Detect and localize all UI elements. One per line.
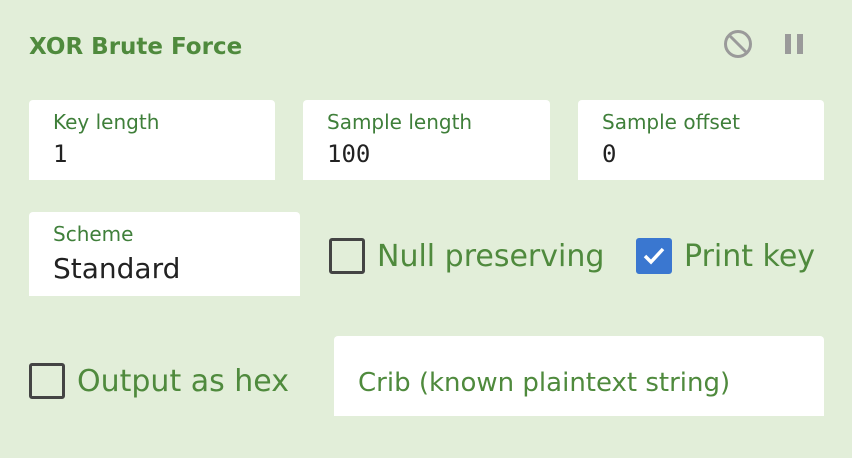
output-as-hex-checkbox[interactable]: Output as hex bbox=[29, 363, 289, 399]
crib-field[interactable] bbox=[334, 336, 824, 416]
sample-length-label: Sample length bbox=[327, 110, 473, 134]
null-preserving-box[interactable] bbox=[329, 238, 365, 274]
key-length-label: Key length bbox=[53, 110, 160, 134]
output-as-hex-label: Output as hex bbox=[77, 363, 289, 399]
crib-input[interactable] bbox=[334, 336, 824, 416]
print-key-checkbox[interactable]: Print key bbox=[636, 238, 815, 274]
print-key-label: Print key bbox=[684, 238, 816, 274]
print-key-box[interactable] bbox=[636, 238, 672, 274]
null-preserving-label: Null preserving bbox=[377, 238, 605, 274]
key-length-value[interactable]: 1 bbox=[53, 140, 67, 168]
scheme-select[interactable]: Scheme Standard bbox=[29, 212, 300, 296]
scheme-selected-value[interactable]: Standard bbox=[53, 252, 180, 285]
checkmark-icon bbox=[643, 247, 665, 265]
scheme-label: Scheme bbox=[53, 222, 134, 246]
sample-length-value[interactable]: 100 bbox=[327, 140, 370, 168]
output-as-hex-box[interactable] bbox=[29, 363, 65, 399]
sample-offset-value[interactable]: 0 bbox=[602, 140, 616, 168]
null-preserving-checkbox[interactable]: Null preserving bbox=[329, 238, 604, 274]
pause-icon[interactable] bbox=[780, 29, 810, 59]
key-length-field[interactable]: Key length 1 bbox=[29, 100, 275, 180]
sample-offset-label: Sample offset bbox=[602, 110, 740, 134]
sample-length-field[interactable]: Sample length 100 bbox=[303, 100, 550, 180]
disable-icon[interactable] bbox=[722, 28, 754, 60]
operation-title: XOR Brute Force bbox=[29, 34, 243, 60]
sample-offset-field[interactable]: Sample offset 0 bbox=[578, 100, 824, 180]
xor-brute-force-panel: XOR Brute Force Key length 1 Sample leng… bbox=[0, 0, 852, 458]
